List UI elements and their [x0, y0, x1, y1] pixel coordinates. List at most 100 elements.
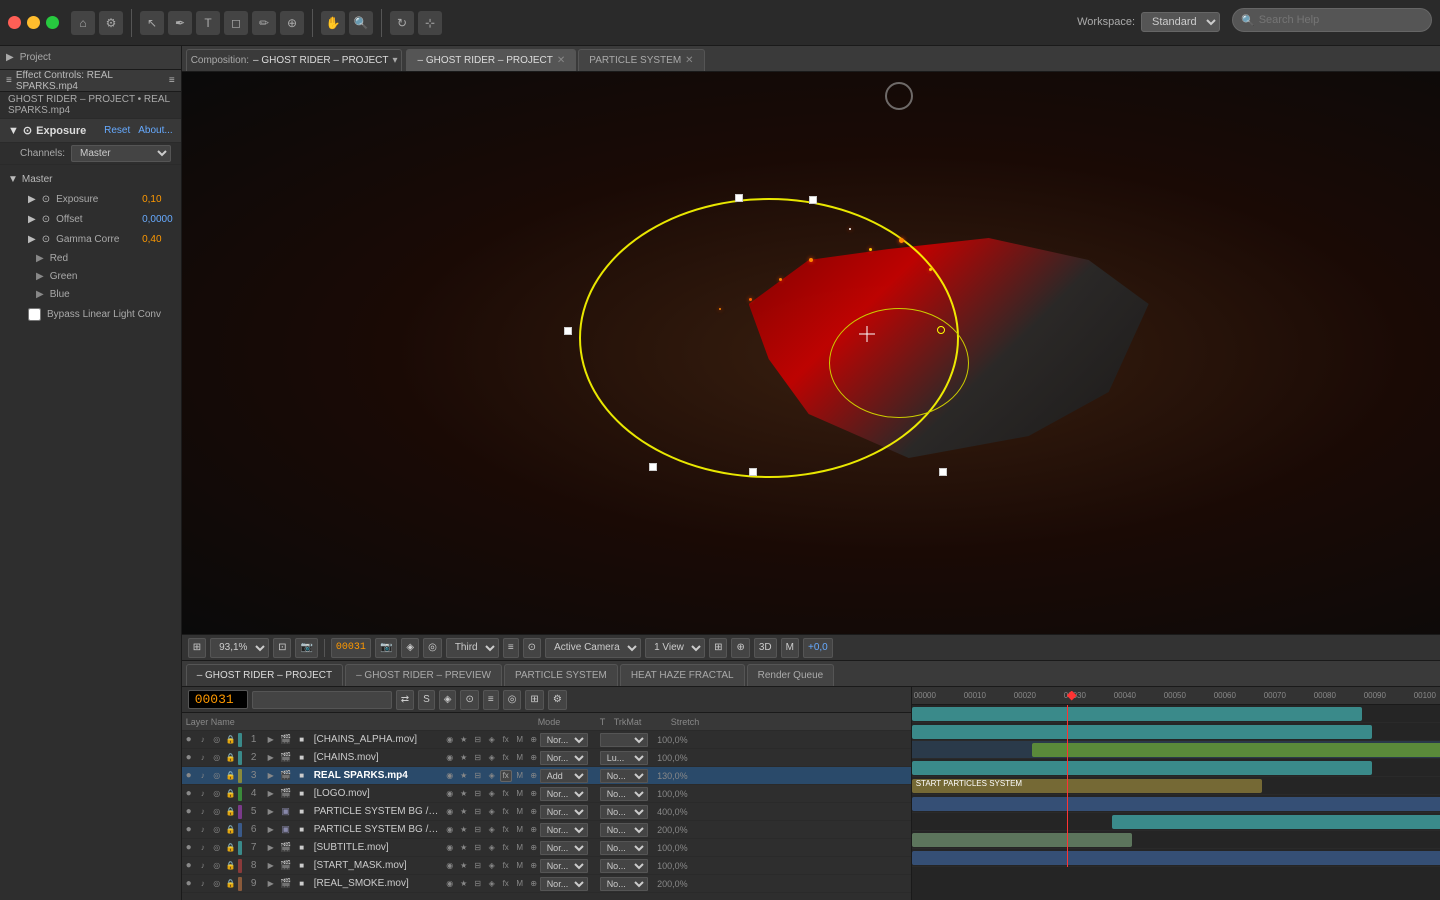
- green-toggle[interactable]: ▶: [36, 271, 44, 282]
- select-tool[interactable]: ↖: [140, 11, 164, 35]
- layer-solo-2[interactable]: ◎: [210, 753, 224, 762]
- gamma-prop-toggle[interactable]: ▶: [28, 234, 36, 245]
- zoom-tool[interactable]: 🔍: [349, 11, 373, 35]
- about-button[interactable]: About...: [138, 125, 172, 136]
- layer-effect-2[interactable]: fx: [500, 752, 512, 764]
- layer-mode-4[interactable]: Nor...: [540, 787, 588, 801]
- exposure-prop-value[interactable]: 0,10: [142, 194, 161, 205]
- minimize-button[interactable]: [27, 16, 40, 29]
- layer-quality-2[interactable]: ◈: [486, 752, 498, 764]
- tl-tab-heat[interactable]: HEAT HAZE FRACTAL: [620, 664, 745, 686]
- layer-collapse-3[interactable]: ⊟: [472, 770, 484, 782]
- layer-adj-2[interactable]: ⊕: [528, 752, 540, 764]
- layer-vis-1[interactable]: ●: [182, 734, 196, 745]
- layer-audio-2[interactable]: ♪: [196, 753, 210, 762]
- channels-dropdown[interactable]: Master: [71, 145, 171, 162]
- effect-controls-menu[interactable]: ≡: [169, 75, 175, 86]
- tl-tab-project[interactable]: – GHOST RIDER – PROJECT: [186, 664, 343, 686]
- workspace-dropdown[interactable]: Standard: [1141, 12, 1220, 32]
- snap-btn[interactable]: ⊕: [731, 638, 749, 658]
- layer-mode-2[interactable]: Nor...: [540, 751, 588, 765]
- handle-right[interactable]: [937, 326, 945, 334]
- stamp-tool[interactable]: ⊕: [280, 11, 304, 35]
- draft-btn[interactable]: ◎: [423, 638, 442, 658]
- layer-vis-3[interactable]: ●: [182, 770, 196, 781]
- layer-effect-3-fx[interactable]: fx: [500, 770, 512, 782]
- layer-effect-1[interactable]: fx: [500, 734, 512, 746]
- layer-controls-btn[interactable]: ≡: [503, 638, 519, 658]
- layer-trkmat-2[interactable]: Lu...: [600, 751, 648, 765]
- viewport-fit-btn[interactable]: ⊡: [273, 638, 291, 658]
- red-toggle[interactable]: ▶: [36, 253, 44, 264]
- motion-btn[interactable]: M: [781, 638, 799, 658]
- tab-close-particles[interactable]: ✕: [685, 55, 693, 66]
- render-btn[interactable]: ⊙: [523, 638, 541, 658]
- layer-solo-1[interactable]: ◎: [210, 735, 224, 744]
- camera-dropdown[interactable]: Active Camera: [545, 638, 641, 658]
- layer-vis-2[interactable]: ●: [182, 752, 196, 763]
- maximize-button[interactable]: [46, 16, 59, 29]
- viewport-grid-btn[interactable]: ⊞: [188, 638, 206, 658]
- zoom-dropdown[interactable]: 93,1%: [210, 638, 269, 658]
- settings-icon[interactable]: ⚙: [99, 11, 123, 35]
- layer-adj-1[interactable]: ⊕: [528, 734, 540, 746]
- layer-expand-2[interactable]: ▶: [264, 753, 278, 762]
- timeline-search[interactable]: [252, 691, 392, 709]
- exposure-prop-toggle[interactable]: ▶: [28, 194, 36, 205]
- comp-switch-btn[interactable]: ⇄: [396, 690, 414, 710]
- master-header[interactable]: ▼ Master: [0, 169, 181, 189]
- reset-button[interactable]: Reset: [104, 125, 130, 136]
- tl-btn-3[interactable]: ◈: [439, 690, 457, 710]
- bypass-checkbox[interactable]: [28, 308, 41, 321]
- tab-particle-system[interactable]: PARTICLE SYSTEM ✕: [578, 49, 704, 71]
- layer-lock-2[interactable]: 🔒: [224, 753, 238, 762]
- layer-solo-icon-2[interactable]: ◉: [444, 752, 456, 764]
- layer-solo-3[interactable]: ◎: [210, 771, 224, 780]
- handle-top-mid[interactable]: [809, 196, 817, 204]
- layer-mode-9[interactable]: Nor...: [540, 877, 588, 891]
- handle-bottom[interactable]: [749, 468, 757, 476]
- view-options-btn[interactable]: ⊞: [709, 638, 727, 658]
- comp-dropdown-arrow[interactable]: ▾: [392, 55, 397, 66]
- layer-solo-icon-3[interactable]: ◉: [444, 770, 456, 782]
- small-ellipse[interactable]: [829, 308, 969, 418]
- view-layout-dropdown[interactable]: 1 View: [645, 638, 705, 658]
- blue-toggle[interactable]: ▶: [36, 289, 44, 300]
- layer-shy-1[interactable]: ★: [458, 734, 470, 746]
- tl-btn-5[interactable]: ≡: [483, 690, 499, 710]
- type-tool[interactable]: T: [196, 11, 220, 35]
- tl-btn-4[interactable]: ⊙: [460, 690, 478, 710]
- solo-btn[interactable]: S: [418, 690, 435, 710]
- layer-solo-icon-1[interactable]: ◉: [444, 734, 456, 746]
- offset-prop-toggle[interactable]: ▶: [28, 214, 36, 225]
- layer-shy-2[interactable]: ★: [458, 752, 470, 764]
- view-mode-dropdown[interactable]: Third: [446, 638, 499, 658]
- shape-tool[interactable]: ◻: [224, 11, 248, 35]
- layer-collapse-1[interactable]: ⊟: [472, 734, 484, 746]
- handle-top[interactable]: [735, 194, 743, 202]
- hand-tool[interactable]: ✋: [321, 11, 345, 35]
- layer-shy-3[interactable]: ★: [458, 770, 470, 782]
- tab-close-project[interactable]: ✕: [557, 55, 565, 66]
- layer-vis-4[interactable]: ●: [182, 788, 196, 799]
- layer-mode-5[interactable]: Nor...: [540, 805, 588, 819]
- exposure-toggle[interactable]: ▼: [8, 125, 19, 137]
- layer-mode-1[interactable]: Nor...: [540, 733, 588, 747]
- layer-adj-3[interactable]: ⊕: [528, 770, 540, 782]
- layer-quality-1[interactable]: ◈: [486, 734, 498, 746]
- layer-lock-1[interactable]: 🔒: [224, 735, 238, 744]
- layer-mode-7[interactable]: Nor...: [540, 841, 588, 855]
- layer-mode-6[interactable]: Nor...: [540, 823, 588, 837]
- layer-collapse-2[interactable]: ⊟: [472, 752, 484, 764]
- layer-quality-3[interactable]: ◈: [486, 770, 498, 782]
- layer-audio-3[interactable]: ♪: [196, 771, 210, 780]
- handle-left[interactable]: [564, 327, 572, 335]
- layer-expand-3[interactable]: ▶: [264, 771, 278, 780]
- layer-mode-3[interactable]: Add: [540, 769, 588, 783]
- tl-btn-6[interactable]: ◎: [503, 690, 522, 710]
- layer-motion-2[interactable]: M: [514, 752, 526, 764]
- layer-lock-3[interactable]: 🔒: [224, 771, 238, 780]
- pen-tool[interactable]: ✒: [168, 11, 192, 35]
- layer-trkmat-3[interactable]: No...: [600, 769, 648, 783]
- viewport-camera-btn[interactable]: 📷: [295, 638, 317, 658]
